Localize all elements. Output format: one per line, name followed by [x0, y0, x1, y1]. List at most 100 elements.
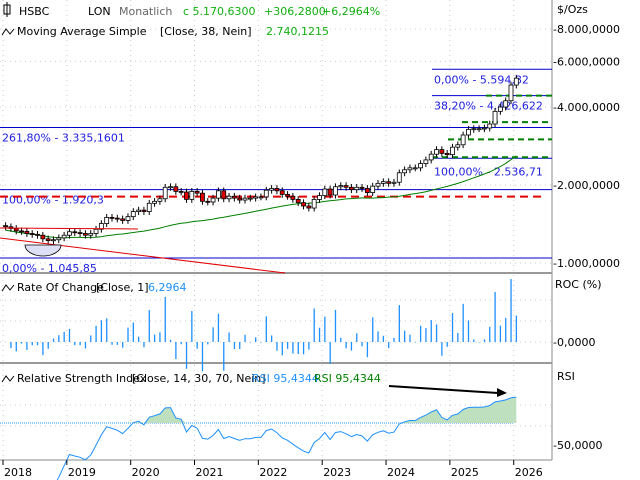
candle[interactable] [141, 209, 147, 212]
candle[interactable] [205, 200, 211, 203]
rsi-label[interactable]: Relative Strength Index [17, 372, 147, 385]
chart-canvas[interactable]: 0,00% - 5.594,8238,20% - 4.426,622100,00… [0, 0, 640, 480]
candle[interactable] [173, 186, 179, 192]
candle[interactable] [301, 202, 306, 207]
candle[interactable] [487, 123, 493, 129]
candle[interactable] [146, 202, 152, 212]
candle[interactable] [253, 196, 259, 199]
candle[interactable] [157, 198, 163, 202]
candle[interactable] [35, 233, 40, 236]
ma-label[interactable]: Moving Average Simple [17, 25, 147, 38]
candle[interactable] [120, 218, 126, 221]
candle[interactable] [242, 197, 248, 201]
candle[interactable] [481, 127, 487, 130]
candle[interactable] [375, 182, 381, 187]
candle[interactable] [348, 186, 354, 191]
candle[interactable] [104, 216, 110, 224]
candle[interactable] [136, 209, 142, 212]
candle[interactable] [434, 149, 439, 155]
candle[interactable] [492, 110, 498, 125]
candle[interactable] [51, 239, 56, 242]
candle[interactable] [221, 190, 227, 200]
candle[interactable] [247, 197, 253, 200]
candle[interactable] [460, 134, 466, 146]
candle[interactable] [200, 192, 205, 202]
candle[interactable] [168, 186, 173, 189]
candle[interactable] [19, 230, 24, 233]
candle[interactable] [88, 233, 94, 236]
candle[interactable] [40, 234, 46, 240]
candle[interactable] [45, 238, 51, 242]
candle[interactable] [364, 188, 370, 193]
candle[interactable] [317, 195, 322, 200]
candle[interactable] [263, 189, 269, 198]
candle[interactable] [72, 231, 78, 234]
candle[interactable] [513, 77, 519, 86]
candle[interactable] [258, 196, 264, 199]
candle[interactable] [423, 159, 429, 164]
candle[interactable] [125, 216, 131, 221]
candle[interactable] [322, 188, 328, 197]
candle[interactable] [503, 100, 509, 108]
candle[interactable] [290, 195, 296, 200]
candle[interactable] [497, 106, 503, 112]
candle[interactable] [56, 237, 62, 241]
roc-label[interactable]: Rate Of Change [17, 281, 104, 294]
candle[interactable] [343, 185, 349, 188]
candle[interactable] [306, 205, 312, 209]
candle[interactable] [391, 181, 397, 184]
candle[interactable] [444, 152, 450, 156]
candle[interactable] [386, 181, 392, 184]
candle[interactable] [114, 217, 120, 220]
candle[interactable] [24, 230, 30, 234]
candle[interactable] [295, 199, 301, 204]
candle[interactable] [269, 188, 275, 191]
candle[interactable] [29, 233, 35, 235]
candle[interactable] [338, 185, 344, 188]
candle[interactable] [359, 186, 365, 189]
candle[interactable] [77, 232, 83, 235]
candle[interactable] [407, 167, 413, 171]
candle[interactable] [189, 190, 195, 200]
candle[interactable] [226, 195, 232, 200]
candle[interactable] [428, 153, 434, 161]
candle[interactable] [61, 234, 67, 239]
candle[interactable] [194, 190, 200, 194]
candle[interactable] [333, 186, 338, 196]
candle[interactable] [370, 185, 376, 193]
candle[interactable] [67, 231, 72, 236]
candle[interactable] [231, 195, 237, 199]
candle[interactable] [439, 149, 445, 154]
candle[interactable] [83, 233, 88, 236]
candle[interactable] [279, 190, 285, 195]
candle[interactable] [178, 190, 184, 193]
panel-separator-rsi[interactable] [0, 362, 552, 364]
candle[interactable] [13, 228, 19, 232]
candle[interactable] [311, 199, 317, 209]
candle[interactable] [93, 228, 99, 234]
candle[interactable] [380, 181, 386, 184]
candle[interactable] [237, 197, 243, 201]
candle[interactable] [450, 146, 455, 156]
candle[interactable] [215, 190, 221, 199]
candle[interactable] [402, 169, 408, 174]
candle[interactable] [184, 191, 189, 200]
candle[interactable] [354, 186, 360, 191]
candle[interactable] [455, 144, 461, 148]
candle[interactable] [476, 128, 482, 131]
candle[interactable] [3, 225, 8, 228]
candle[interactable] [466, 128, 471, 136]
candle[interactable] [508, 84, 514, 102]
candle[interactable] [130, 211, 136, 218]
candle[interactable] [152, 200, 157, 204]
candle[interactable] [412, 167, 418, 170]
candle[interactable] [274, 188, 280, 192]
candle[interactable] [396, 172, 402, 183]
candle[interactable] [109, 216, 115, 219]
candle[interactable] [418, 163, 423, 169]
candle[interactable] [162, 186, 168, 200]
candle[interactable] [210, 197, 216, 203]
candle[interactable] [285, 194, 290, 197]
candle[interactable] [471, 128, 477, 131]
candle[interactable] [327, 188, 333, 196]
